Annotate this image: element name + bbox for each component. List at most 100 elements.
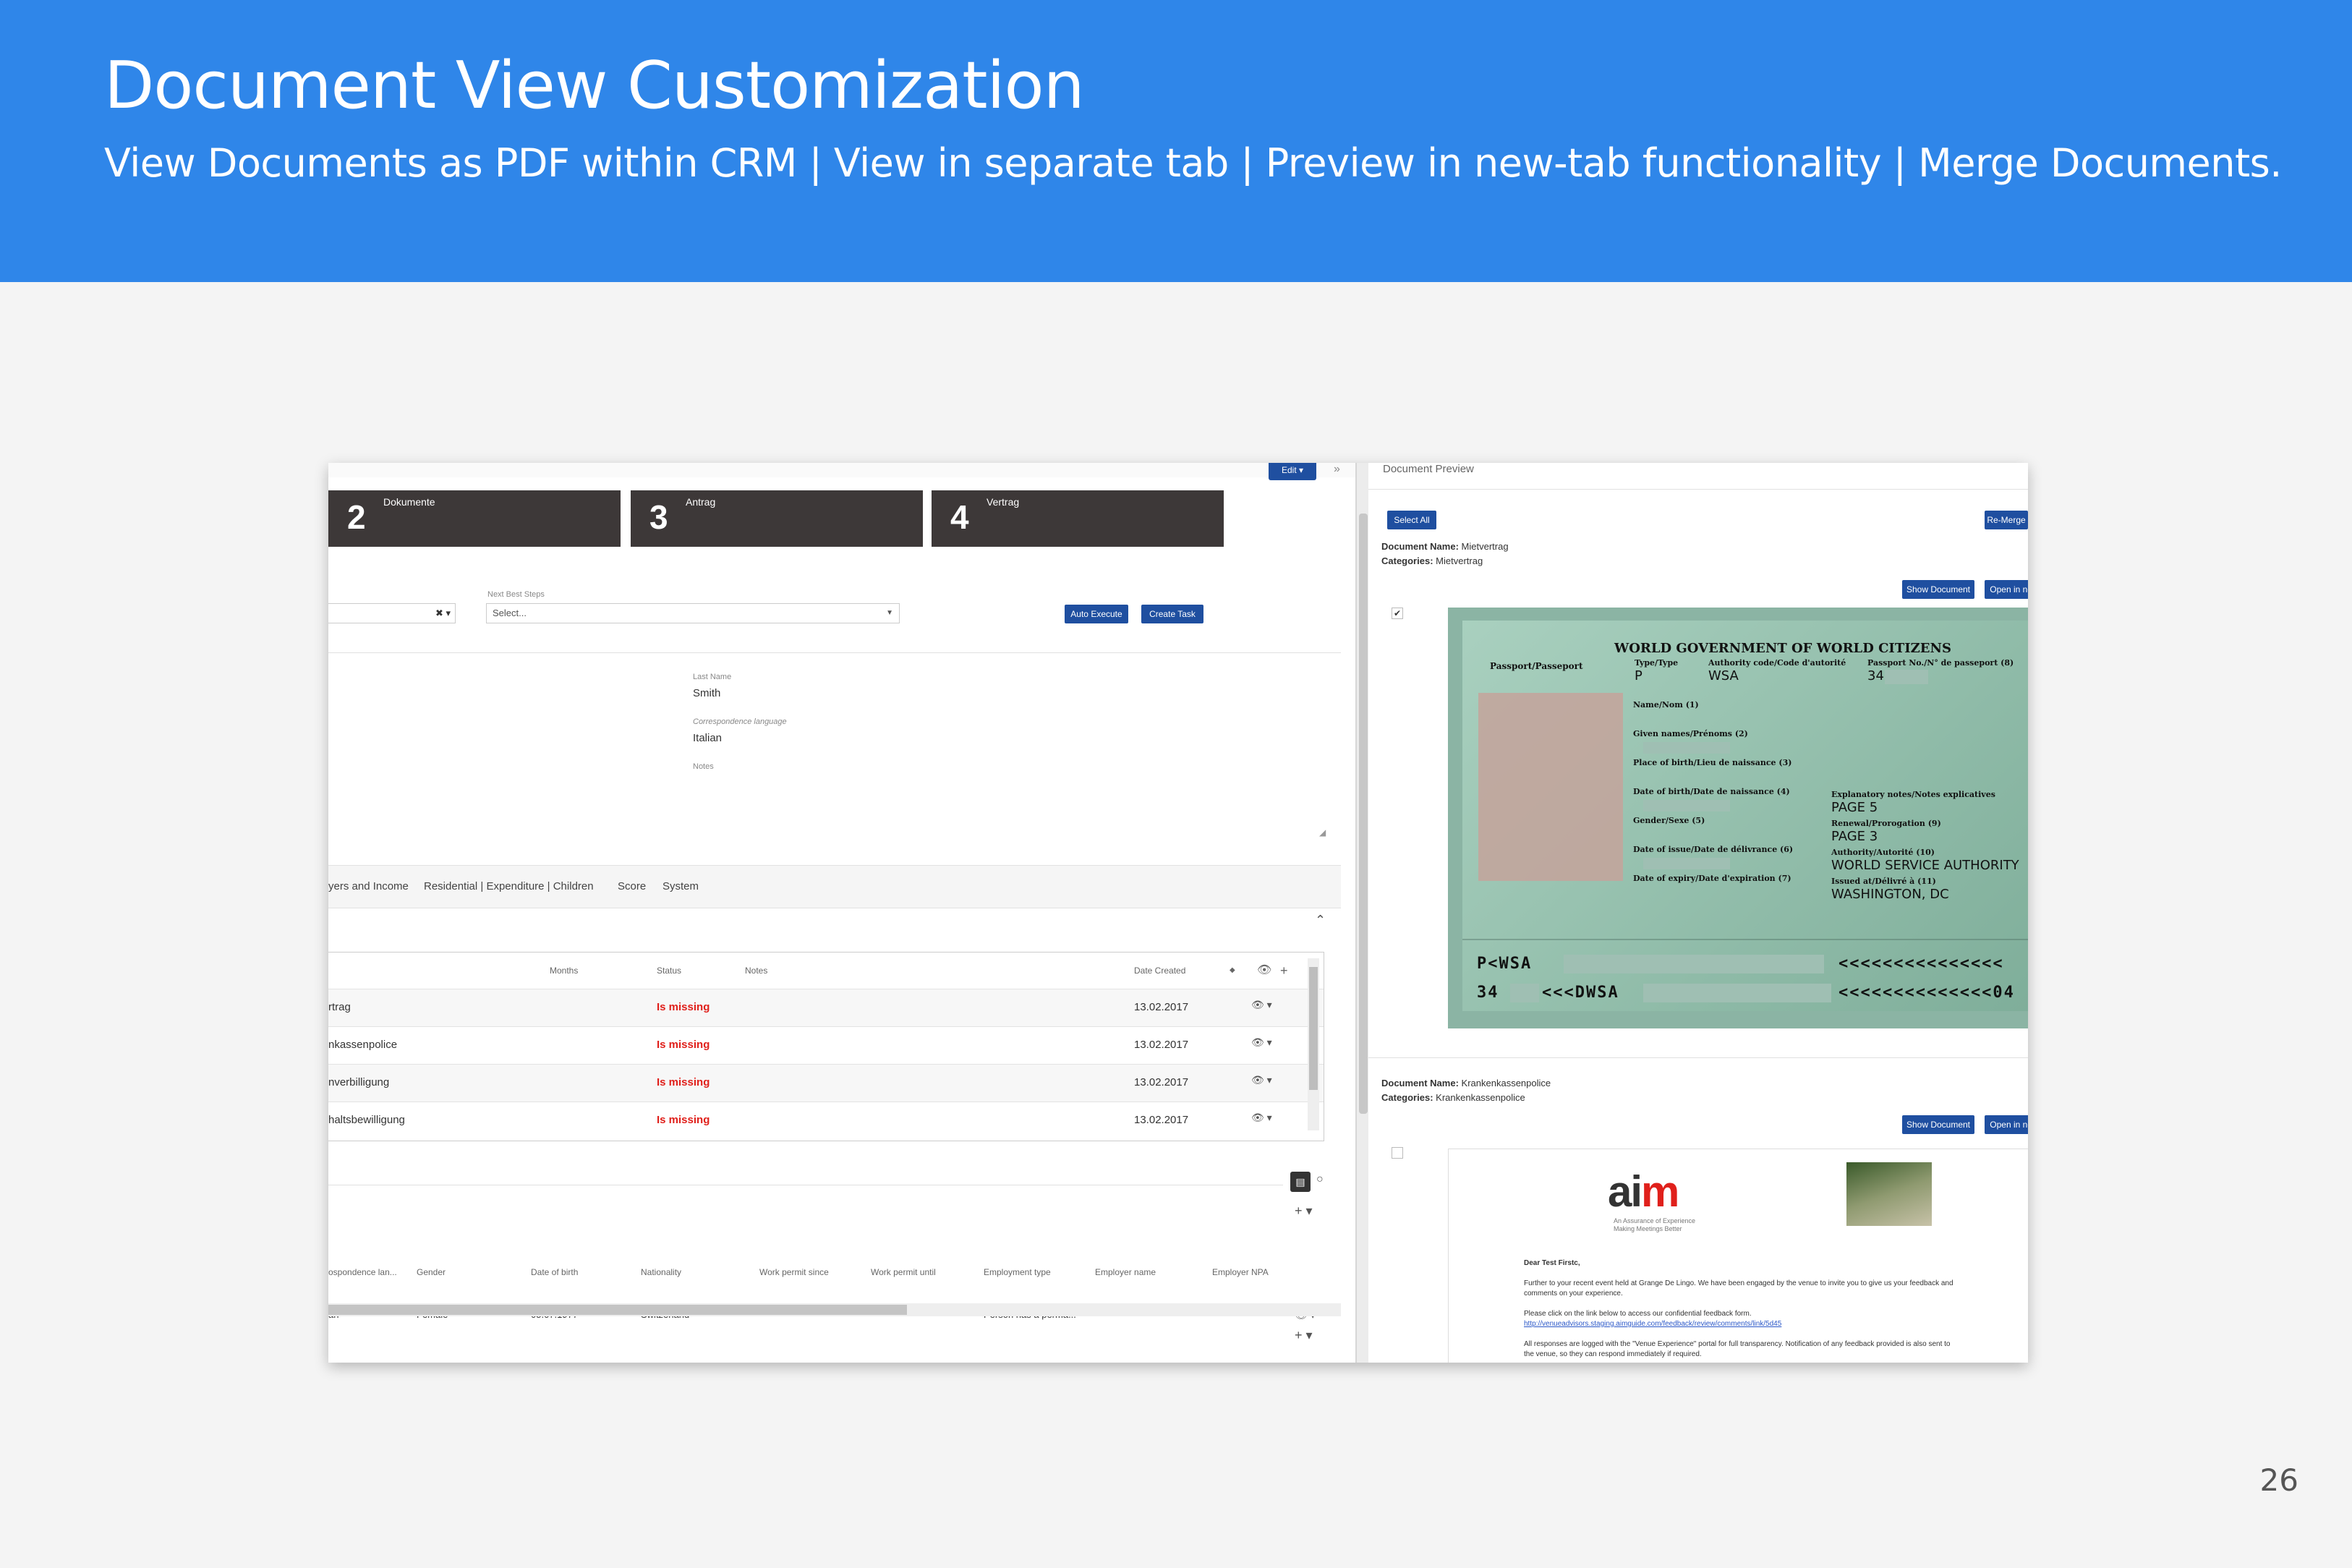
col-permit-since: Work permit since xyxy=(759,1267,829,1277)
language-value: Italian xyxy=(693,732,723,744)
sort-icon[interactable]: ◆ xyxy=(1230,953,1235,989)
authority-value: WSA xyxy=(1708,668,1739,683)
edit-button[interactable]: Edit ▾ xyxy=(1269,463,1316,480)
table-row[interactable]: rtrag Is missing 13.02.2017 👁 ▾ xyxy=(328,989,1324,1027)
passport-no-value: 34 xyxy=(1867,668,1884,683)
step-number: 2 xyxy=(347,498,366,536)
name-label: Name/Nom (1) xyxy=(1633,700,1699,710)
show-document-button[interactable]: Show Document xyxy=(1902,580,1974,599)
step-number: 3 xyxy=(649,498,668,536)
letter-greeting: Dear Test Firstc, xyxy=(1524,1259,1580,1267)
tab-residential[interactable]: Residential | Expenditure | Children xyxy=(424,880,594,892)
table-row[interactable]: nverbilligung Is missing 13.02.2017 👁 ▾ xyxy=(328,1064,1324,1102)
letter-paragraph: Further to your recent event held at Gra… xyxy=(1524,1279,1953,1287)
select-all-button[interactable]: Select All xyxy=(1387,511,1436,529)
redacted-block xyxy=(1643,800,1730,811)
pob-label: Place of birth/Lieu de naissance (3) xyxy=(1633,758,1792,767)
passport-photo xyxy=(1478,693,1623,881)
col-status: Status xyxy=(657,966,682,976)
open-new-tab-button[interactable]: Open in new tab xyxy=(1985,1115,2028,1134)
scrollbar-thumb[interactable] xyxy=(1359,514,1368,1114)
page-number: 26 xyxy=(2259,1462,2298,1498)
passport-label: Passport/Passeport xyxy=(1490,661,1583,671)
doc-2-category: Categories: Krankenkassenpolice xyxy=(1381,1092,1525,1103)
edit-label: Edit xyxy=(1281,465,1297,475)
eye-icon[interactable]: 👁 xyxy=(1257,953,1271,989)
scrollbar-thumb[interactable] xyxy=(328,1305,907,1315)
type-label: Type/Type xyxy=(1635,658,1679,668)
step-label: Antrag xyxy=(686,496,716,508)
col-nationality: Nationality xyxy=(641,1267,682,1277)
horizontal-scrollbar[interactable] xyxy=(328,1303,1341,1316)
auto-execute-button[interactable]: Auto Execute xyxy=(1065,605,1128,623)
redacted-block xyxy=(1643,742,1730,754)
step-label: Dokumente xyxy=(383,496,435,508)
col-dob: Date of birth xyxy=(531,1267,579,1277)
issued-label: Issued at/Délivré à (11) xyxy=(1831,877,1936,886)
left-select[interactable]: ✖ ▾ xyxy=(328,603,456,623)
plus-icon[interactable]: + xyxy=(1280,953,1288,989)
table-row[interactable]: nkassenpolice Is missing 13.02.2017 👁 ▾ xyxy=(328,1026,1324,1065)
doc-2-name: Document Name: Krankenkassenpolice xyxy=(1381,1078,1551,1088)
row-eye-icon[interactable]: 👁 ▾ xyxy=(1251,1112,1272,1124)
re-merge-button[interactable]: Re-Merge xyxy=(1985,511,2028,529)
doc-1-name: Document Name: Mietvertrag xyxy=(1381,541,1509,552)
pane-scrollbar[interactable] xyxy=(1355,463,1370,1363)
explanatory-value: PAGE 5 xyxy=(1831,800,1878,815)
documents-table: Months Status Notes Date Created ◆ 👁 + r… xyxy=(328,952,1324,1141)
doc-2-checkbox[interactable] xyxy=(1392,1147,1403,1159)
refresh-icon[interactable]: ○ xyxy=(1316,1173,1324,1186)
step-number: 4 xyxy=(950,498,969,536)
doc-1-category: Categories: Mietvertrag xyxy=(1381,555,1483,566)
show-document-button[interactable]: Show Document xyxy=(1902,1115,1974,1134)
grid-view-icon[interactable]: ▤ xyxy=(1290,1172,1311,1192)
venue-photo xyxy=(1846,1162,1932,1226)
row-eye-icon[interactable]: 👁 ▾ xyxy=(1251,999,1272,1011)
step-label: Vertrag xyxy=(987,496,1020,508)
clear-icon[interactable]: ✖ ▾ xyxy=(435,604,451,623)
redacted-block xyxy=(1564,955,1824,973)
feedback-link[interactable]: http://venueadvisors.staging.aimguide.co… xyxy=(1524,1320,1781,1328)
notes-label: Notes xyxy=(693,762,714,771)
renewal-label: Renewal/Prorogation (9) xyxy=(1831,819,1941,828)
mrz-line1-right: <<<<<<<<<<<<<<< xyxy=(1838,955,2004,973)
scrollbar-thumb[interactable] xyxy=(1309,967,1318,1090)
passport-image: WORLD GOVERNMENT OF WORLD CITIZENS Passp… xyxy=(1448,608,2028,1028)
step-3[interactable]: 3 Antrag xyxy=(631,490,923,547)
chevron-up-icon[interactable]: ⌃ xyxy=(1315,913,1326,928)
status-badge: Is missing xyxy=(657,1039,710,1051)
resize-handle-icon[interactable]: ◢ xyxy=(1319,827,1326,838)
date-created: 13.02.2017 xyxy=(1134,1076,1189,1088)
step-4[interactable]: 4 Vertrag xyxy=(932,490,1224,547)
row-eye-icon[interactable]: 👁 ▾ xyxy=(1251,1074,1272,1086)
table-scrollbar[interactable] xyxy=(1308,958,1319,1130)
collapse-arrow-icon[interactable]: » xyxy=(1334,463,1340,476)
col-months: Months xyxy=(550,966,579,976)
create-task-button[interactable]: Create Task xyxy=(1141,605,1203,623)
tab-score[interactable]: Score xyxy=(618,880,646,892)
col-language: ospondence lan... xyxy=(328,1267,397,1277)
gender-label: Gender/Sexe (5) xyxy=(1633,816,1705,825)
date-created: 13.02.2017 xyxy=(1134,1001,1189,1013)
date-created: 13.02.2017 xyxy=(1134,1114,1189,1126)
tab-income[interactable]: yers and Income xyxy=(328,880,409,892)
document-preview-pane: Document Preview Select All Re-Merge Doc… xyxy=(1368,463,2028,1363)
tab-system[interactable]: System xyxy=(662,880,699,892)
step-2[interactable]: 2 Dokumente xyxy=(328,490,621,547)
table-row[interactable]: haltsbewilligung Is missing 13.02.2017 👁… xyxy=(328,1102,1324,1140)
row-eye-icon[interactable]: 👁 ▾ xyxy=(1251,1036,1272,1049)
explanatory-label: Explanatory notes/Notes explicatives xyxy=(1831,790,1995,799)
open-new-tab-button[interactable]: Open in new tab xyxy=(1985,580,2028,599)
redacted-block xyxy=(1643,858,1730,869)
authority2-label: Authority/Autorité (10) xyxy=(1831,848,1935,857)
next-best-steps-select[interactable]: Select... ▼ xyxy=(486,603,900,623)
passport-no-label: Passport No./N° de passeport (8) xyxy=(1867,658,2014,668)
add-icon[interactable]: + ▾ xyxy=(1295,1328,1313,1343)
page-title: Document View Customization xyxy=(104,48,1085,124)
doc-1-checkbox[interactable]: ✔ xyxy=(1392,608,1403,619)
passport-page: WORLD GOVERNMENT OF WORLD CITIZENS Passp… xyxy=(1462,621,2028,1011)
letter-document: aim An Assurance of Experience Making Mee… xyxy=(1448,1149,2028,1363)
crm-pane: Edit ▾ » 2 Dokumente 3 Antrag 4 Vertrag … xyxy=(328,463,1355,1363)
letter-paragraph: the venue, so they can respond immediate… xyxy=(1524,1350,1702,1358)
divider xyxy=(1368,489,2028,490)
